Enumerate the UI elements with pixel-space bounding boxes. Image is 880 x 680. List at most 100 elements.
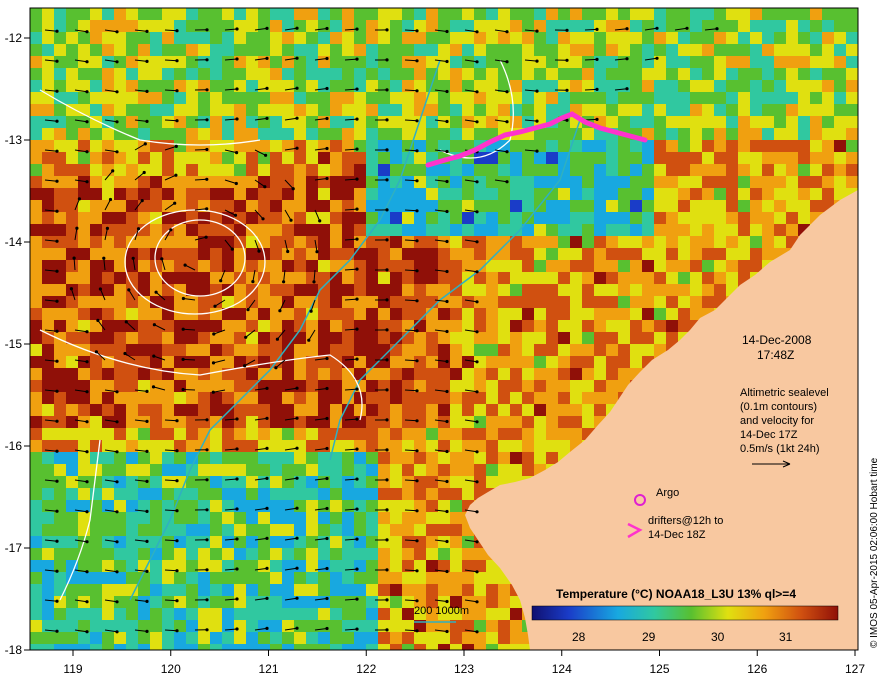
sst-cell bbox=[42, 164, 54, 176]
sst-cell bbox=[246, 476, 258, 488]
sst-cell bbox=[486, 428, 498, 440]
sst-cell bbox=[30, 8, 42, 20]
sst-cell bbox=[726, 116, 738, 128]
sst-cell bbox=[246, 416, 258, 428]
sst-cell bbox=[42, 248, 54, 260]
sst-cell bbox=[282, 392, 294, 404]
sst-cell bbox=[198, 320, 210, 332]
velocity-arrow-head bbox=[175, 419, 179, 423]
velocity-arrow-head bbox=[85, 480, 89, 484]
sst-cell bbox=[474, 32, 486, 44]
sst-cell bbox=[690, 212, 702, 224]
velocity-arrow-head bbox=[243, 364, 247, 368]
sst-cell bbox=[726, 140, 738, 152]
sst-cell bbox=[42, 344, 54, 356]
sst-cell bbox=[666, 236, 678, 248]
sst-cell bbox=[798, 188, 810, 200]
sst-cell bbox=[354, 440, 366, 452]
sst-cell bbox=[558, 188, 570, 200]
velocity-arrow-head bbox=[115, 450, 119, 454]
sst-cell bbox=[318, 20, 330, 32]
sst-cell bbox=[642, 104, 654, 116]
sst-cell bbox=[282, 416, 294, 428]
sst-cell bbox=[774, 104, 786, 116]
velocity-arrow-head bbox=[145, 569, 149, 574]
latitude-tick-label: -14 bbox=[5, 235, 23, 249]
velocity-arrow-head bbox=[655, 56, 659, 60]
velocity-arrow-head bbox=[85, 90, 89, 94]
sst-cell bbox=[318, 68, 330, 80]
sst-cell bbox=[714, 68, 726, 80]
sst-cell bbox=[486, 344, 498, 356]
sst-cell bbox=[390, 392, 402, 404]
sst-cell bbox=[66, 428, 78, 440]
sst-cell bbox=[738, 92, 750, 104]
sst-cell bbox=[510, 116, 522, 128]
sst-cell bbox=[558, 320, 570, 332]
sst-cell bbox=[414, 572, 426, 584]
sst-cell bbox=[474, 104, 486, 116]
sst-cell bbox=[210, 380, 222, 392]
sst-cell bbox=[330, 8, 342, 20]
sst-cell bbox=[582, 200, 594, 212]
sst-cell bbox=[546, 284, 558, 296]
sst-cell bbox=[450, 320, 462, 332]
sst-cell bbox=[606, 224, 618, 236]
sst-cell bbox=[102, 188, 114, 200]
sst-cell bbox=[174, 584, 186, 596]
sst-cell bbox=[786, 32, 798, 44]
sst-cell bbox=[726, 236, 738, 248]
velocity-arrow-head bbox=[325, 116, 329, 121]
sst-cell bbox=[438, 308, 450, 320]
sst-cell bbox=[402, 68, 414, 80]
velocity-arrow-head bbox=[72, 256, 76, 260]
sst-cell bbox=[282, 260, 294, 272]
sst-cell bbox=[222, 356, 234, 368]
sst-cell bbox=[606, 356, 618, 368]
sst-cell bbox=[54, 428, 66, 440]
sst-cell bbox=[306, 104, 318, 116]
sst-cell bbox=[30, 68, 42, 80]
sst-cell bbox=[162, 68, 174, 80]
sst-cell bbox=[330, 308, 342, 320]
sst-cell bbox=[42, 476, 54, 488]
sst-cell bbox=[54, 212, 66, 224]
sst-cell bbox=[498, 380, 510, 392]
sst-cell bbox=[66, 128, 78, 140]
sst-cell bbox=[786, 80, 798, 92]
sst-cell bbox=[354, 632, 366, 644]
sst-cell bbox=[618, 32, 630, 44]
velocity-arrow-head bbox=[475, 540, 479, 544]
sst-cell bbox=[714, 8, 726, 20]
sst-cell bbox=[426, 452, 438, 464]
sst-cell bbox=[834, 152, 846, 164]
sst-cell bbox=[294, 260, 306, 272]
sst-cell bbox=[522, 236, 534, 248]
sst-cell bbox=[678, 56, 690, 68]
sst-cell bbox=[366, 116, 378, 128]
sst-cell bbox=[618, 164, 630, 176]
sst-cell bbox=[690, 296, 702, 308]
sst-cell bbox=[270, 212, 282, 224]
sst-cell bbox=[546, 368, 558, 380]
sst-cell bbox=[810, 104, 822, 116]
sst-cell bbox=[246, 632, 258, 644]
sst-cell bbox=[426, 524, 438, 536]
sst-cell bbox=[66, 56, 78, 68]
sst-cell bbox=[582, 32, 594, 44]
sst-cell bbox=[198, 248, 210, 260]
sst-cell bbox=[618, 200, 630, 212]
velocity-arrow-head bbox=[205, 88, 209, 92]
sst-cell bbox=[114, 320, 126, 332]
sst-cell bbox=[510, 200, 522, 212]
velocity-arrow-head bbox=[205, 418, 209, 422]
velocity-arrow-head bbox=[145, 539, 149, 544]
sst-cell bbox=[54, 524, 66, 536]
velocity-arrow-head bbox=[385, 388, 389, 392]
sst-cell bbox=[786, 56, 798, 68]
sst-cell bbox=[486, 440, 498, 452]
sst-cell bbox=[594, 176, 606, 188]
sst-cell bbox=[342, 632, 354, 644]
sst-cell bbox=[414, 68, 426, 80]
sst-cell bbox=[762, 164, 774, 176]
